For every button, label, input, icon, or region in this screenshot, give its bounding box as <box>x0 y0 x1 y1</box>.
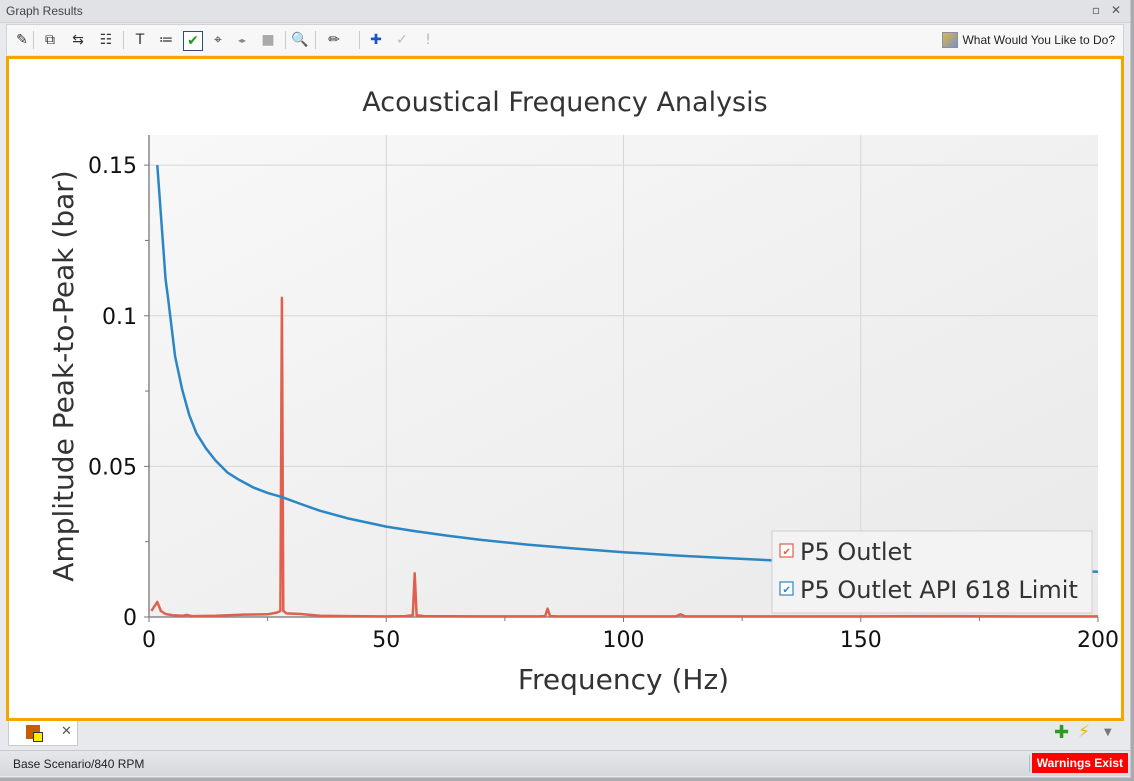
info-disabled-icon: ! <box>425 32 431 48</box>
chart[interactable]: Acoustical Frequency Analysis 0 50 100 150 2… <box>9 59 1121 718</box>
legend: ✔ P5 Outlet ✔ P5 Outlet API 618 Limit <box>771 530 1093 614</box>
edit-graph-icon[interactable]: ✎ <box>13 31 31 49</box>
add-text-icon[interactable]: T <box>131 31 149 49</box>
export-icon[interactable]: ⇆ <box>69 31 87 49</box>
wizard-icon <box>942 32 959 48</box>
x-axis-label: Frequency (Hz) <box>518 663 729 696</box>
graph-tab-strip: ✕ ✚ ⚡ ▼ <box>0 721 1130 747</box>
status-divider <box>1029 755 1030 772</box>
add-folder-icon[interactable]: ✚ <box>367 31 385 49</box>
add-graph-icon[interactable]: ✚ <box>1054 722 1069 743</box>
window-title: Graph Results <box>6 4 83 18</box>
legend-icon[interactable]: ≔ <box>157 31 175 49</box>
slider-icon[interactable]: ◂▸ <box>233 31 251 49</box>
dropdown-arrow-icon[interactable]: ▼ <box>1104 727 1112 738</box>
legend-check-icon: ✔ <box>783 585 791 596</box>
toolbar-separator <box>359 31 360 49</box>
legend-label: P5 Outlet API 618 Limit <box>800 576 1078 604</box>
stop-icon[interactable]: ■ <box>259 31 277 49</box>
check-disabled-icon: ✓ <box>396 32 408 48</box>
tab-close-icon[interactable]: ✕ <box>61 724 72 739</box>
y-tick-label: 0.05 <box>88 455 137 480</box>
crosshair-icon[interactable]: ⌖ <box>209 31 227 49</box>
y-axis-label: Amplitude Peak-to-Peak (bar) <box>47 170 80 581</box>
copy-icon[interactable]: ⧉ <box>41 31 59 49</box>
graph-tab-icon-overlay <box>33 732 43 742</box>
status-bar: Base Scenario/840 RPM Warnings Exist <box>0 750 1130 776</box>
x-tick-label: 100 <box>603 628 645 653</box>
checkbox-icon[interactable]: ✔ <box>183 31 203 51</box>
close-icon[interactable]: ✕ <box>1108 3 1124 17</box>
toolbar-separator <box>285 31 286 49</box>
legend-item[interactable]: ✔ P5 Outlet API 618 Limit <box>779 576 1078 604</box>
graph-results-window: Graph Results ▫ ✕ What Would You Like to… <box>0 0 1131 778</box>
x-tick-label: 0 <box>142 628 156 653</box>
chart-title: Acoustical Frequency Analysis <box>362 87 767 118</box>
toolbar: What Would You Like to Do? ✎ ⧉ ⇆ ☷ T ≔ ✔ ⌖ ◂▸ ■ 🔍 ✏… <box>6 24 1124 55</box>
toolbar-separator <box>315 31 316 49</box>
x-tick-label: 150 <box>840 628 882 653</box>
title-bar: Graph Results ▫ ✕ <box>0 0 1130 23</box>
line-style-icon[interactable]: ✏ <box>325 31 343 49</box>
lightning-icon[interactable]: ⚡ <box>1078 722 1090 742</box>
what-would-you-like-button[interactable]: What Would You Like to Do? <box>942 32 1115 48</box>
legend-label: P5 Outlet <box>800 538 912 566</box>
warnings-badge[interactable]: Warnings Exist <box>1031 753 1128 773</box>
toolbar-separator <box>33 31 34 49</box>
help-label: What Would You Like to Do? <box>962 33 1115 47</box>
graph-tab[interactable]: ✕ <box>8 721 78 746</box>
y-tick-label: 0.1 <box>102 305 137 330</box>
x-tick-label: 200 <box>1077 628 1119 653</box>
y-tick-label: 0 <box>123 606 137 631</box>
legend-check-icon: ✔ <box>783 547 791 558</box>
graph-frame: Acoustical Frequency Analysis 0 50 100 150 2… <box>6 56 1124 721</box>
zoom-icon[interactable]: 🔍 <box>291 31 309 49</box>
maximize-icon[interactable]: ▫ <box>1088 3 1104 17</box>
toolbar-separator <box>123 31 124 49</box>
legend-item[interactable]: ✔ P5 Outlet <box>779 538 912 566</box>
y-tick-label: 0.15 <box>88 154 137 179</box>
x-tick-label: 50 <box>372 628 400 653</box>
table-icon[interactable]: ☷ <box>97 31 115 49</box>
scenario-label: Base Scenario/840 RPM <box>13 757 145 771</box>
